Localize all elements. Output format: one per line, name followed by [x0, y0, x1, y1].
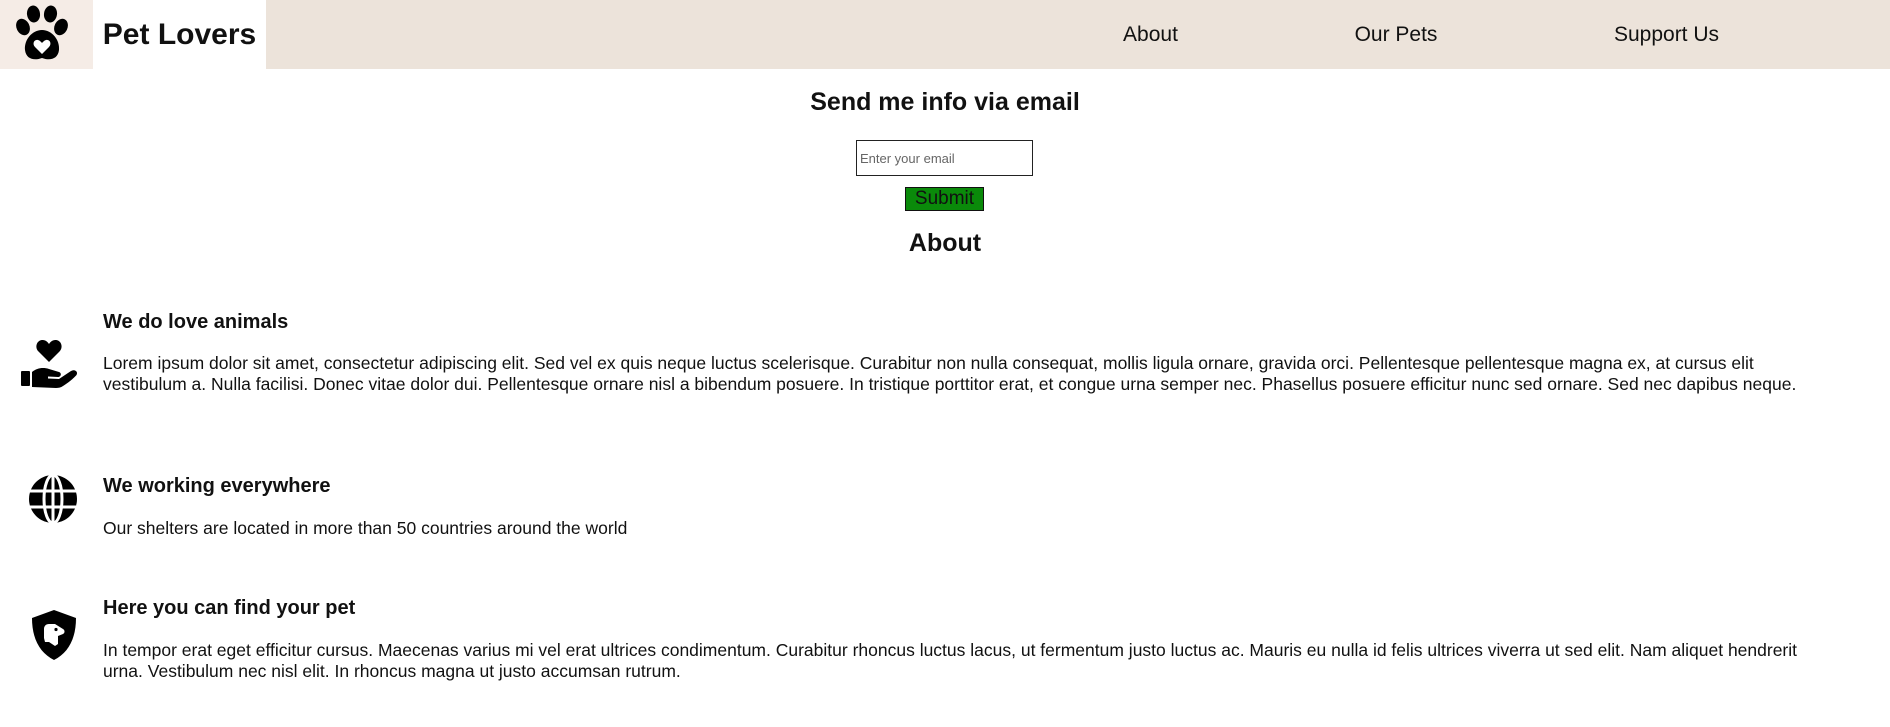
paw-heart-icon	[16, 5, 68, 60]
feature-title: We do love animals	[103, 311, 289, 333]
about-section-title: About	[908, 229, 982, 257]
globe-icon	[29, 473, 77, 525]
email-section-title: Send me info via email	[810, 88, 1080, 116]
feature-text: Lorem ipsum dolor sit amet, consectetur …	[103, 353, 1797, 394]
brand-title[interactable]: Pet Lovers	[93, 0, 266, 69]
logo[interactable]	[0, 0, 93, 69]
feature-text: Our shelters are located in more than 50…	[103, 518, 628, 538]
nav-support-us[interactable]: Support Us	[1600, 0, 1733, 69]
shield-dog-icon	[32, 610, 76, 660]
feature-title: We working everywhere	[103, 475, 331, 497]
nav-about[interactable]: About	[1093, 0, 1208, 69]
submit-button[interactable]: Submit	[905, 187, 984, 211]
hand-heart-icon	[21, 339, 78, 388]
feature-text: In tempor erat eget efficitur cursus. Ma…	[103, 640, 1798, 681]
feature-title: Here you can find your pet	[103, 597, 356, 619]
nav-our-pets[interactable]: Our Pets	[1337, 0, 1455, 69]
email-input[interactable]	[856, 140, 1033, 176]
site-header: Pet Lovers About Our Pets Support Us	[0, 0, 1890, 69]
